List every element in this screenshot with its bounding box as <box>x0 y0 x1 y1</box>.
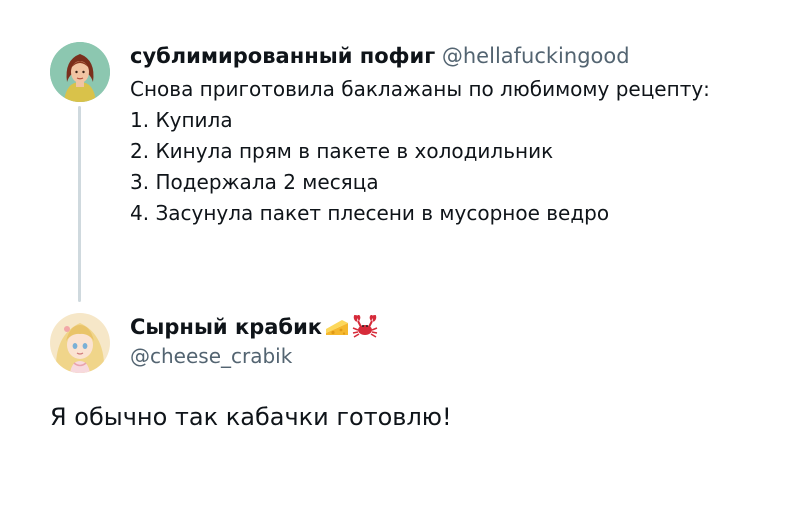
original-tweet[interactable]: сублимированный пофиг @hellafuckingood С… <box>130 42 780 229</box>
display-name[interactable]: сублимированный пофиг <box>130 44 435 68</box>
avatar[interactable] <box>50 313 110 373</box>
avatar[interactable] <box>50 42 110 102</box>
tweet-text-line: 1. Купила <box>130 108 233 132</box>
reply-tweet-text: Я обычно так кабачки готовлю! <box>50 403 452 431</box>
tweet-text-line: 4. Засунула пакет плесени в мусорное вед… <box>130 201 610 225</box>
tweet-text-line: 2. Кинула прям в пакете в холодильник <box>130 139 554 163</box>
user-handle[interactable]: @cheese_crabik <box>130 341 378 371</box>
tweet-body: Снова приготовила баклажаны по любимому … <box>130 74 780 229</box>
cheese-icon <box>324 315 350 339</box>
avatar-image-woman <box>50 42 110 102</box>
user-handle[interactable]: @hellafuckingood <box>442 44 630 68</box>
crab-icon <box>352 315 378 339</box>
reply-name-row: Сырный крабик <box>130 313 378 341</box>
reply-header[interactable]: Сырный крабик @cheese_crabik <box>130 313 378 371</box>
display-name[interactable]: Сырный крабик <box>130 313 322 341</box>
thread-connector-line <box>78 106 81 302</box>
tweet-header: сублимированный пофиг @hellafuckingood <box>130 42 780 70</box>
tweet-text-line: Снова приготовила баклажаны по любимому … <box>130 77 710 101</box>
tweet-text-line: 3. Подержала 2 месяца <box>130 170 379 194</box>
avatar-image-anime-girl <box>50 313 110 373</box>
